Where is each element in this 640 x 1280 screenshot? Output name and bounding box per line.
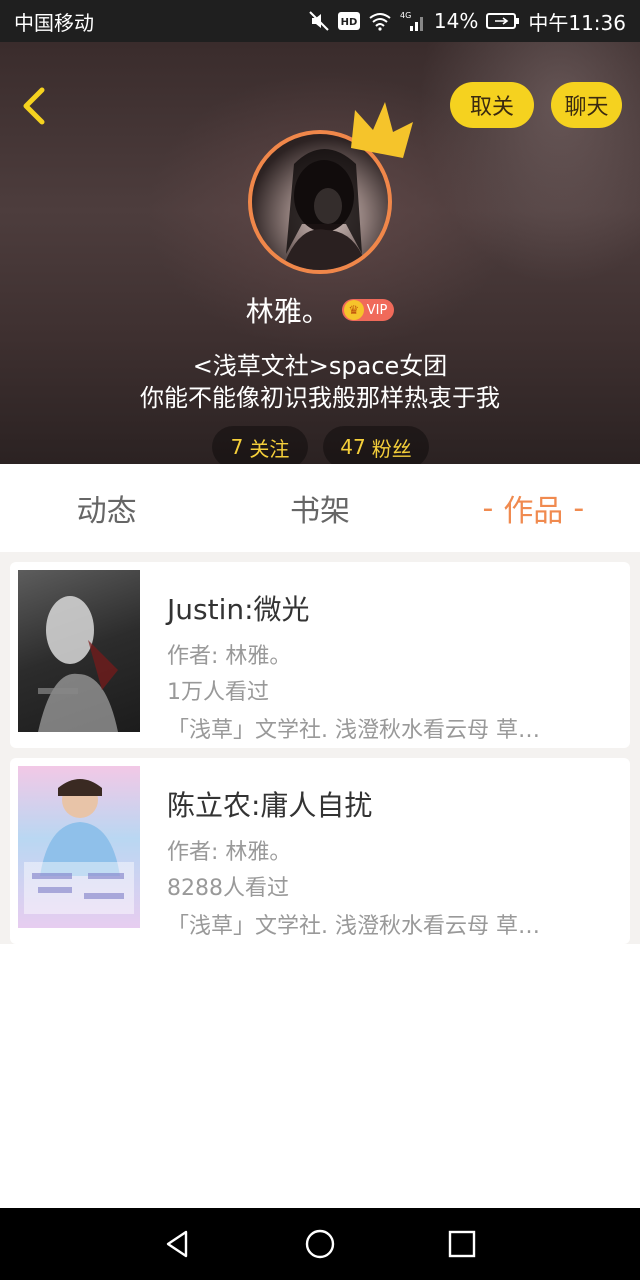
fans-count: 47: [340, 435, 366, 459]
works-list: Justin:微光 作者: 林雅。 1万人看过 「浅草」文学社. 浅澄秋水看云母…: [0, 552, 640, 944]
following-count: 7: [230, 435, 244, 459]
svg-text:HD: HD: [341, 17, 358, 28]
vip-label: VIP: [366, 302, 388, 318]
nav-back-icon: [166, 1230, 188, 1258]
tab-bookshelf[interactable]: 书架: [213, 464, 426, 552]
nav-recent-button[interactable]: [442, 1224, 482, 1264]
profile-tabs: 动态 书架 - 作品 -: [0, 464, 640, 552]
bio-line-1: <浅草文社>space女团: [192, 352, 448, 380]
book-tags: 「浅草」文学社. 浅澄秋水看云母 草…: [167, 914, 540, 939]
following-stat[interactable]: 7 关注: [212, 426, 308, 464]
signal-icon: 4G: [400, 10, 426, 32]
tab-label: 作品: [503, 494, 564, 529]
fans-label: 粉丝: [371, 436, 412, 461]
username-row: 林雅。 ♛ VIP: [0, 288, 640, 332]
tab-works[interactable]: - 作品 -: [427, 464, 640, 552]
battery-icon: [486, 12, 520, 30]
svg-text:4G: 4G: [400, 11, 411, 20]
battery-percent: 14%: [433, 9, 479, 33]
chat-button[interactable]: 聊天: [551, 82, 622, 128]
nav-back-button[interactable]: [158, 1224, 198, 1264]
username: 林雅。: [245, 295, 330, 328]
following-label: 关注: [249, 436, 290, 461]
nav-home-icon: [305, 1229, 335, 1259]
tab-activity[interactable]: 动态: [0, 464, 213, 552]
tab-active-indicator-left: -: [482, 490, 494, 526]
back-button[interactable]: [14, 82, 54, 130]
status-bar: 中国移动 HD 4G 14% 中午11:36: [0, 0, 640, 42]
book-title: 陈立农:庸人自扰: [167, 789, 373, 822]
book-views: 1万人看过: [167, 680, 269, 705]
mute-icon: [308, 10, 330, 32]
book-tags: 「浅草」文学社. 浅澄秋水看云母 草…: [167, 718, 540, 743]
tab-label: 书架: [289, 494, 350, 529]
status-icons: HD 4G 14% 中午11:36: [308, 7, 626, 36]
book-cover: [18, 766, 140, 928]
bio-line-2: 你能不能像初识我般那样热衷于我: [140, 384, 500, 412]
unfollow-button[interactable]: 取关: [450, 82, 534, 128]
vip-badge: ♛ VIP: [341, 299, 395, 321]
list-item[interactable]: 陈立农:庸人自扰 作者: 林雅。 8288人看过 「浅草」文学社. 浅澄秋水看云…: [10, 758, 630, 944]
system-nav-bar: [0, 1208, 640, 1280]
tab-active-indicator-right: -: [573, 490, 585, 526]
book-views: 8288人看过: [167, 876, 289, 901]
carrier-label: 中国移动: [14, 10, 94, 35]
nav-recent-icon: [448, 1230, 476, 1258]
profile-header: 取关 聊天 林雅。 ♛ VIP <浅草文社>space女团 你能不能像初识我般那…: [0, 42, 640, 464]
book-author: 作者: 林雅。: [167, 644, 292, 669]
clock: 中午11:36: [528, 10, 626, 35]
book-cover: [18, 570, 140, 732]
vip-crown-icon: ♛: [343, 300, 364, 320]
book-author: 作者: 林雅。: [167, 840, 292, 865]
crown-icon: [351, 102, 413, 158]
fans-stat[interactable]: 47 粉丝: [323, 426, 429, 464]
list-item[interactable]: Justin:微光 作者: 林雅。 1万人看过 「浅草」文学社. 浅澄秋水看云母…: [10, 562, 630, 748]
nav-home-button[interactable]: [300, 1224, 340, 1264]
wifi-icon: [368, 11, 392, 31]
hd-icon: HD: [337, 12, 360, 30]
book-title: Justin:微光: [167, 593, 310, 626]
tab-label: 动态: [76, 494, 137, 529]
back-arrow-icon: [23, 87, 45, 125]
